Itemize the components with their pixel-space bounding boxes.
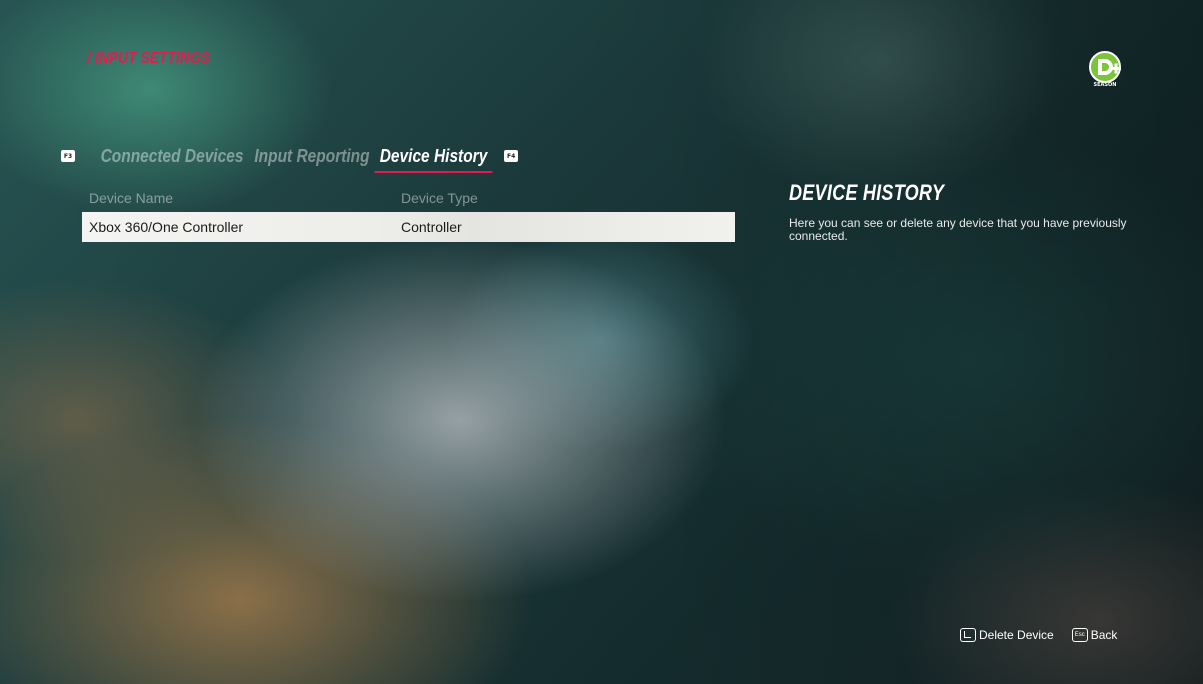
prev-tab-key-icon[interactable]: F3: [61, 150, 75, 162]
device-name-cell: Xbox 360/One Controller: [89, 219, 244, 235]
delete-key-icon: [960, 628, 976, 642]
device-type-cell: Controller: [401, 219, 462, 235]
back-label: Back: [1090, 628, 1118, 642]
table-row[interactable]: Xbox 360/One Controller Controller: [82, 212, 735, 242]
column-header-device-name: Device Name: [89, 190, 174, 206]
season-badge-label: SEASON: [1094, 82, 1117, 88]
tab-connected-devices[interactable]: Connected Devices: [101, 146, 244, 167]
tab-bar: F3 Connected Devices Input Reporting Dev…: [61, 142, 519, 173]
tab-input-reporting[interactable]: Input Reporting: [254, 146, 369, 167]
delete-device-label: Delete Device: [979, 628, 1054, 642]
footer-actions: Delete Device Esc Back: [960, 625, 1117, 645]
season-badge-icon: SEASON: [1089, 51, 1121, 88]
back-button[interactable]: Esc Back: [1071, 628, 1118, 642]
table-header: Device Name Device Type: [89, 190, 735, 210]
tab-device-history[interactable]: Device History: [374, 146, 493, 173]
info-title: DEVICE HISTORY: [789, 180, 945, 205]
column-header-device-type: Device Type: [401, 190, 478, 206]
page-title: / INPUT SETTINGS: [87, 50, 210, 67]
background-shade: [0, 0, 1203, 684]
info-description: Here you can see or delete any device th…: [789, 216, 1127, 243]
delete-device-button[interactable]: Delete Device: [960, 628, 1054, 642]
esc-key-icon: Esc: [1071, 628, 1088, 642]
next-tab-key-icon[interactable]: F4: [504, 150, 519, 162]
